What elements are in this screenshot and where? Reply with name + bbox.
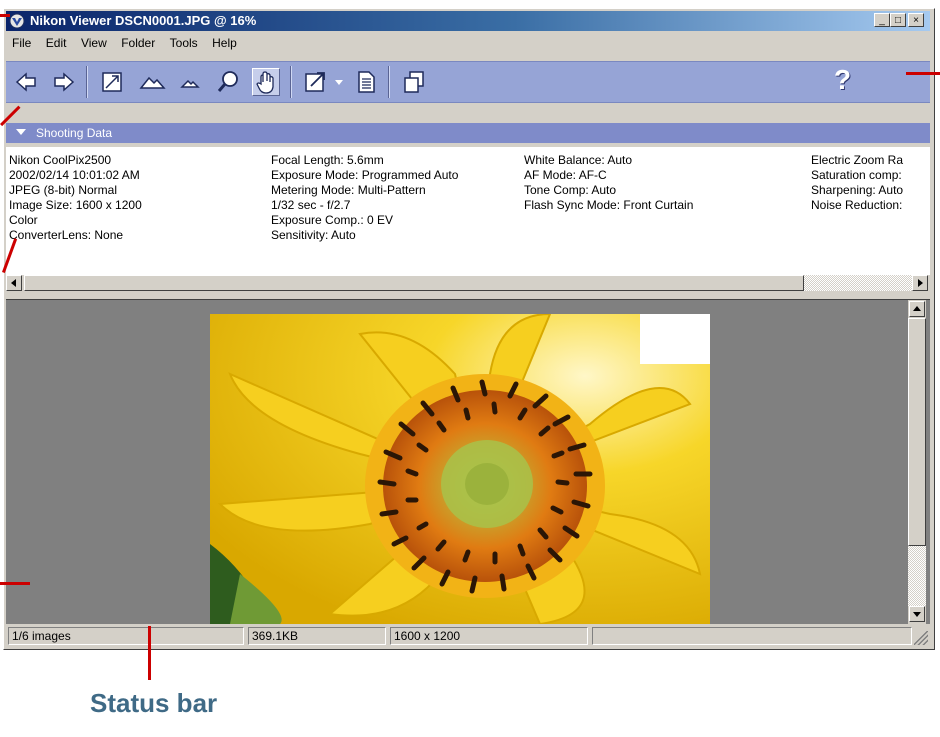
converter-lens: ConverterLens: None bbox=[9, 228, 124, 242]
hand-tool-button[interactable] bbox=[252, 68, 280, 96]
mountain-small-icon bbox=[180, 79, 200, 88]
focal-length: Focal Length: 5.6mm bbox=[271, 153, 384, 167]
status-image-count: 1/6 images bbox=[8, 627, 244, 645]
arrow-left-icon bbox=[11, 279, 16, 287]
arrow-down-icon bbox=[913, 612, 921, 617]
sharpening: Sharpening: Auto bbox=[811, 183, 904, 197]
capture-datetime: 2002/02/14 10:01:02 AM bbox=[9, 168, 140, 182]
menu-help[interactable]: Help bbox=[206, 33, 241, 50]
tone-comp: Tone Comp: Auto bbox=[524, 183, 617, 197]
open-with-dropdown[interactable] bbox=[332, 68, 346, 96]
minimize-button[interactable]: _ bbox=[874, 13, 890, 27]
zoom-out-button[interactable] bbox=[176, 68, 204, 96]
status-bar-caption: Status bar bbox=[90, 688, 218, 718]
menu-tools[interactable]: Tools bbox=[164, 33, 202, 50]
callout-line-title bbox=[0, 14, 10, 17]
chevron-down-icon bbox=[335, 80, 343, 85]
exposure-comp: Exposure Comp.: 0 EV bbox=[271, 213, 394, 227]
noise-reduction: Noise Reduction: bbox=[811, 198, 903, 212]
arrow-right-icon bbox=[918, 279, 923, 287]
camera-model: Nikon CoolPix2500 bbox=[9, 153, 112, 167]
next-image-button[interactable] bbox=[50, 68, 78, 96]
toolbar-separator bbox=[86, 66, 88, 98]
copy-icon bbox=[404, 71, 424, 93]
magnifier-button[interactable] bbox=[214, 68, 242, 96]
vertical-scroll-thumb[interactable] bbox=[908, 318, 926, 546]
metering-mode: Metering Mode: Multi-Pattern bbox=[271, 183, 426, 197]
open-with-button[interactable] bbox=[302, 68, 330, 96]
electric-zoom: Electric Zoom Ra bbox=[811, 153, 904, 167]
menu-file[interactable]: File bbox=[6, 33, 35, 50]
menu-folder[interactable]: Folder bbox=[115, 33, 159, 50]
status-dimensions: 1600 x 1200 bbox=[390, 627, 588, 645]
document-icon bbox=[358, 71, 375, 93]
arrow-right-icon bbox=[54, 72, 75, 92]
callout-line-menu bbox=[906, 72, 940, 75]
toolbar-separator bbox=[388, 66, 390, 98]
shutter-aperture: 1/32 sec - f/2.7 bbox=[271, 198, 351, 212]
close-button[interactable]: × bbox=[908, 13, 924, 27]
fit-window-icon bbox=[102, 72, 122, 92]
saturation-comp: Saturation comp: bbox=[811, 168, 902, 182]
shooting-data-panel: Nikon CoolPix2500 2002/02/14 10:01:02 AM… bbox=[6, 147, 930, 275]
open-with-icon bbox=[305, 72, 325, 92]
window-title: Nikon Viewer DSCN0001.JPG @ 16% bbox=[30, 13, 257, 28]
af-mode: AF Mode: AF-C bbox=[524, 168, 607, 182]
callout-line-viewport bbox=[0, 582, 30, 585]
toolbar: ? bbox=[6, 61, 930, 103]
horizontal-scrollbar[interactable] bbox=[6, 275, 930, 292]
sunflower-photo[interactable] bbox=[210, 314, 710, 624]
sunflower-image bbox=[210, 314, 710, 624]
fit-to-window-button[interactable] bbox=[98, 68, 126, 96]
status-file-size: 369.1KB bbox=[248, 627, 386, 645]
status-extra bbox=[592, 627, 912, 645]
info-column-2: Focal Length: 5.6mm Exposure Mode: Progr… bbox=[271, 153, 458, 243]
color-mode: Color bbox=[9, 213, 38, 227]
image-viewport[interactable] bbox=[6, 299, 930, 624]
copy-button[interactable] bbox=[400, 68, 428, 96]
title-bar[interactable]: Nikon Viewer DSCN0001.JPG @ 16% _ □ × bbox=[6, 11, 930, 31]
previous-image-button[interactable] bbox=[12, 68, 40, 96]
arrow-left-icon bbox=[15, 72, 36, 92]
resize-grip-icon[interactable] bbox=[914, 631, 928, 645]
info-column-4: Electric Zoom Ra Saturation comp: Sharpe… bbox=[811, 153, 903, 213]
info-column-1: Nikon CoolPix2500 2002/02/14 10:01:02 AM… bbox=[9, 153, 142, 243]
scroll-down-button[interactable] bbox=[909, 606, 925, 622]
horizontal-scroll-track[interactable] bbox=[804, 275, 912, 291]
vertical-scrollbar[interactable] bbox=[908, 300, 926, 624]
magnifier-icon bbox=[217, 71, 238, 92]
arrow-up-icon bbox=[913, 306, 921, 311]
status-bar: 1/6 images 369.1KB 1600 x 1200 bbox=[6, 625, 930, 647]
shooting-data-label: Shooting Data bbox=[36, 126, 113, 140]
white-balance: White Balance: Auto bbox=[524, 153, 633, 167]
toolbar-separator bbox=[290, 66, 292, 98]
menu-bar: File Edit View Folder Tools Help bbox=[6, 33, 930, 53]
file-format: JPEG (8-bit) Normal bbox=[9, 183, 118, 197]
image-size: Image Size: 1600 x 1200 bbox=[9, 198, 142, 212]
shooting-data-header[interactable]: Shooting Data bbox=[6, 123, 930, 143]
mountain-large-icon bbox=[139, 76, 166, 89]
horizontal-scroll-thumb[interactable] bbox=[24, 275, 804, 291]
help-icon[interactable]: ? bbox=[834, 64, 851, 96]
info-column-3: White Balance: Auto AF Mode: AF-C Tone C… bbox=[524, 153, 693, 213]
scroll-right-button[interactable] bbox=[912, 275, 928, 291]
hand-icon bbox=[256, 71, 274, 94]
maximize-button[interactable]: □ bbox=[890, 13, 906, 27]
sensitivity: Sensitivity: Auto bbox=[271, 228, 356, 242]
exposure-mode: Exposure Mode: Programmed Auto bbox=[271, 168, 459, 182]
menu-edit[interactable]: Edit bbox=[40, 33, 71, 50]
vertical-scroll-track[interactable] bbox=[908, 546, 926, 606]
print-button[interactable] bbox=[352, 68, 380, 96]
flash-sync-mode: Flash Sync Mode: Front Curtain bbox=[524, 198, 694, 212]
zoom-in-button[interactable] bbox=[138, 68, 166, 96]
menu-view[interactable]: View bbox=[75, 33, 111, 50]
scroll-up-button[interactable] bbox=[909, 301, 925, 317]
application-window: Nikon Viewer DSCN0001.JPG @ 16% _ □ × Fi… bbox=[3, 8, 935, 650]
collapse-arrow-icon[interactable] bbox=[16, 129, 26, 135]
scroll-left-button[interactable] bbox=[6, 275, 22, 291]
callout-line-status bbox=[148, 626, 151, 680]
nikon-app-icon bbox=[9, 13, 25, 29]
